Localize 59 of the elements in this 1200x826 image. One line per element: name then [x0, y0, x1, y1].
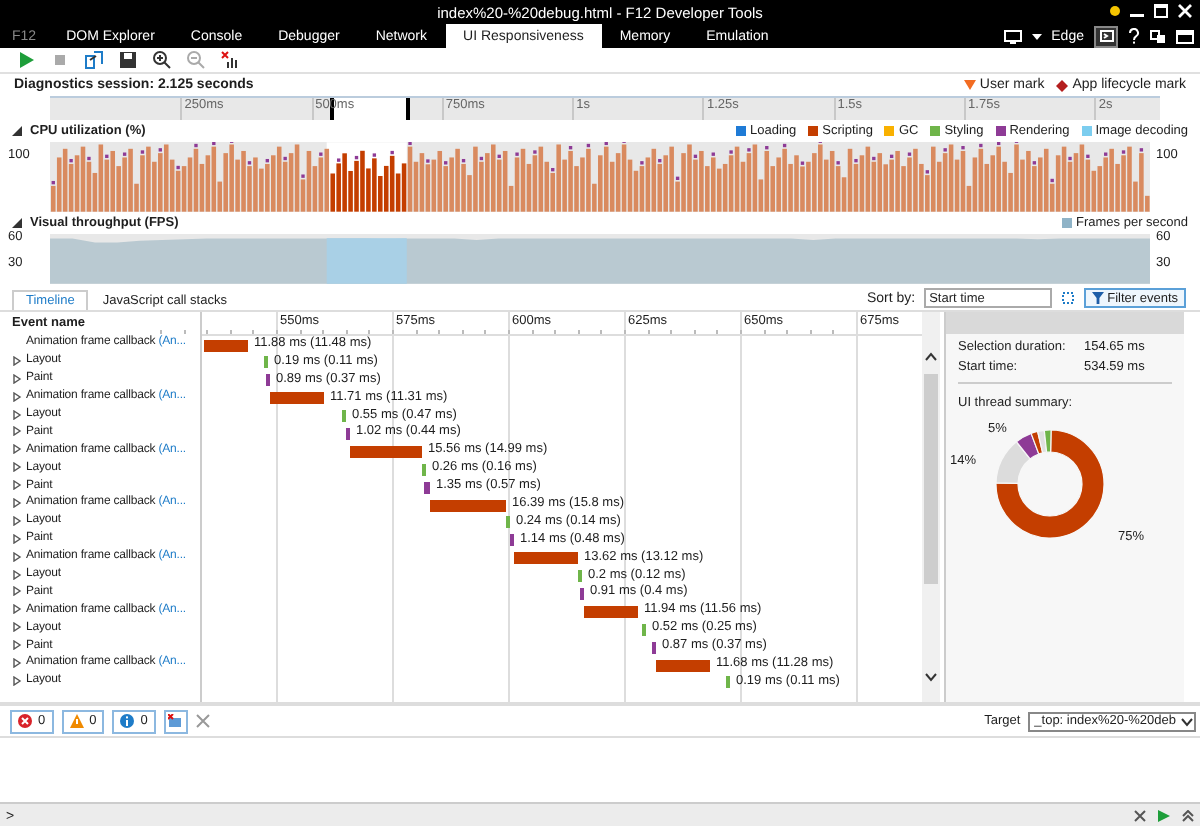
expand-icon[interactable]: [12, 515, 22, 526]
expand-icon[interactable]: [12, 533, 22, 544]
notification-icon[interactable]: [1110, 6, 1120, 16]
expand-icon[interactable]: [12, 462, 22, 473]
dock-icon[interactable]: [1176, 29, 1194, 43]
selection-highlight: [326, 238, 407, 284]
save-icon[interactable]: [116, 50, 138, 70]
expand-icon[interactable]: [12, 604, 22, 615]
event-bar[interactable]: [430, 499, 506, 512]
filter-icon: [1091, 292, 1104, 304]
scroll-down-icon[interactable]: [924, 672, 938, 682]
event-bar[interactable]: [514, 552, 578, 565]
collapse-icon[interactable]: [12, 218, 22, 228]
expand-icon[interactable]: [12, 586, 22, 597]
scroll-up-icon[interactable]: [924, 352, 938, 362]
expand-icon[interactable]: [12, 640, 22, 651]
expand-icon[interactable]: [12, 480, 22, 491]
expand-icon[interactable]: [12, 373, 22, 384]
fit-icon[interactable]: [1059, 290, 1076, 306]
warning-icon: [69, 714, 84, 728]
close-icon[interactable]: [1178, 4, 1192, 18]
event-bar[interactable]: [350, 445, 422, 458]
clear-icon[interactable]: [195, 714, 210, 728]
scrollbar[interactable]: [922, 312, 940, 702]
expand-icon[interactable]: [12, 622, 22, 633]
clear-on-navigate-button[interactable]: [163, 709, 188, 733]
clear-chart-icon[interactable]: [218, 50, 240, 70]
help-icon[interactable]: [1128, 28, 1140, 44]
expand-icon[interactable]: [12, 444, 22, 455]
cpu-chart[interactable]: [50, 142, 1150, 212]
expand-icon[interactable]: [12, 675, 22, 686]
monitor-icon[interactable]: [1003, 29, 1022, 43]
event-bar[interactable]: [424, 481, 430, 494]
expand-input-icon[interactable]: [1182, 810, 1194, 822]
event-bar[interactable]: [204, 339, 248, 351]
expand-icon[interactable]: [12, 569, 22, 580]
detach-icon[interactable]: [1150, 29, 1166, 43]
event-bar[interactable]: [584, 605, 638, 618]
event-bar[interactable]: [270, 392, 324, 405]
maximize-icon[interactable]: [1154, 4, 1168, 18]
expand-icon[interactable]: [12, 391, 22, 402]
expand-icon[interactable]: [12, 409, 22, 419]
console-toggle-button[interactable]: [1094, 25, 1118, 47]
import-icon[interactable]: [82, 50, 104, 70]
expand-icon[interactable]: [12, 551, 22, 562]
collapse-icon[interactable]: [12, 126, 22, 136]
expand-icon[interactable]: [12, 657, 22, 668]
play-icon[interactable]: [14, 50, 36, 70]
caret-icon: [1031, 33, 1042, 39]
run-icon[interactable]: [1158, 810, 1170, 822]
clear-icon[interactable]: [1134, 810, 1146, 822]
event-bar[interactable]: [656, 659, 710, 672]
expand-icon[interactable]: [12, 355, 22, 366]
error-icon: [18, 714, 32, 728]
expand-icon[interactable]: [12, 426, 22, 437]
info-icon: [120, 714, 135, 728]
caret-icon: [1180, 715, 1194, 727]
expand-icon[interactable]: [12, 497, 22, 508]
zoom-in-icon[interactable]: [150, 50, 172, 70]
